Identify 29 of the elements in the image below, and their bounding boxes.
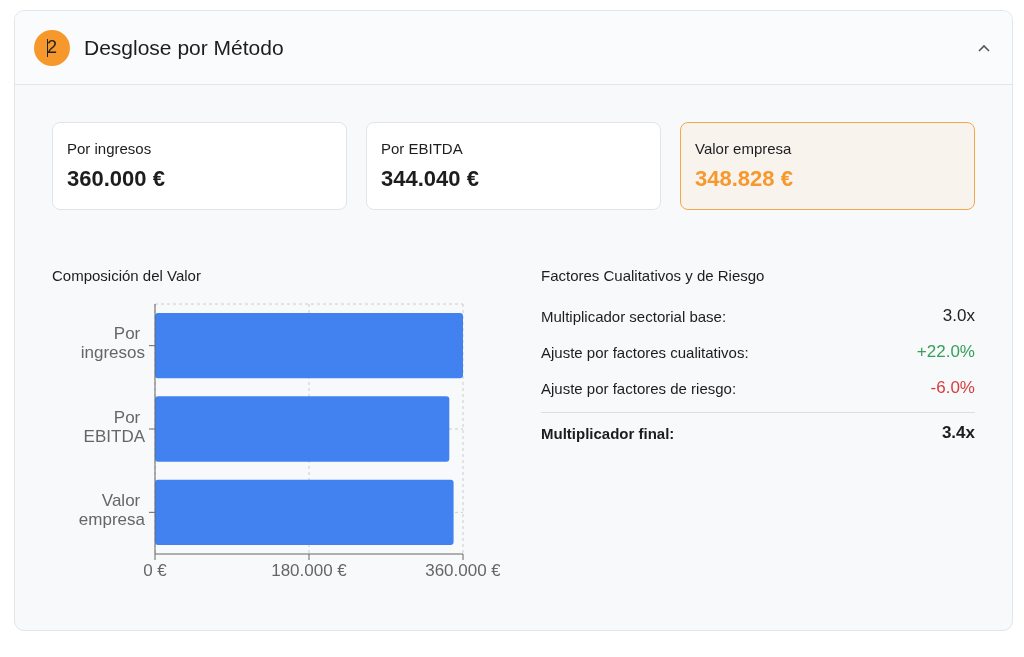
category-label: Valor empresa	[78, 490, 145, 529]
metric-card[interactable]: Valor empresa 348.828 €	[680, 122, 975, 210]
metric-label: Valor empresa	[695, 140, 793, 157]
category-label: Por EBITDA	[83, 407, 145, 446]
metric-card[interactable]: Por EBITDA 344.040 €	[366, 122, 661, 210]
factor-value: 3.0x	[942, 306, 975, 326]
factor-value: 3.4x	[941, 423, 975, 443]
text-cursor-icon	[47, 38, 48, 57]
metric-value: 348.828 €	[695, 166, 794, 192]
tick-label: 180.000 €	[271, 561, 347, 580]
metric-card[interactable]: Por ingresos 360.000 €	[52, 122, 347, 210]
factor-label: Multiplicador final:	[541, 424, 675, 442]
factors-title: Factores Cualitativos y de Riesgo	[541, 267, 766, 284]
metric-value: 344.040 €	[381, 166, 480, 192]
factor-value: +22.0%	[916, 342, 975, 362]
factor-label: Ajuste por factores de riesgo:	[541, 379, 737, 397]
metric-value: 360.000 €	[67, 166, 166, 192]
factor-label: Ajuste por factores cualitativos:	[541, 343, 749, 361]
tick-label: 360.000 €	[425, 561, 500, 580]
metric-label: Por EBITDA	[381, 140, 464, 157]
section-title: Desglose por Método	[84, 35, 285, 60]
chart-title: Composición del Valor	[52, 267, 202, 284]
step-badge: 2	[34, 29, 70, 66]
category-label: Por ingresos	[80, 324, 145, 363]
factor-label: Multiplicador sectorial base:	[541, 307, 727, 325]
section-header[interactable]: 2 Desglose por Método	[15, 11, 1012, 85]
metric-label: Por ingresos	[67, 140, 153, 157]
tick-label: 0 €	[143, 561, 167, 580]
factor-value: -6.0%	[930, 378, 975, 398]
